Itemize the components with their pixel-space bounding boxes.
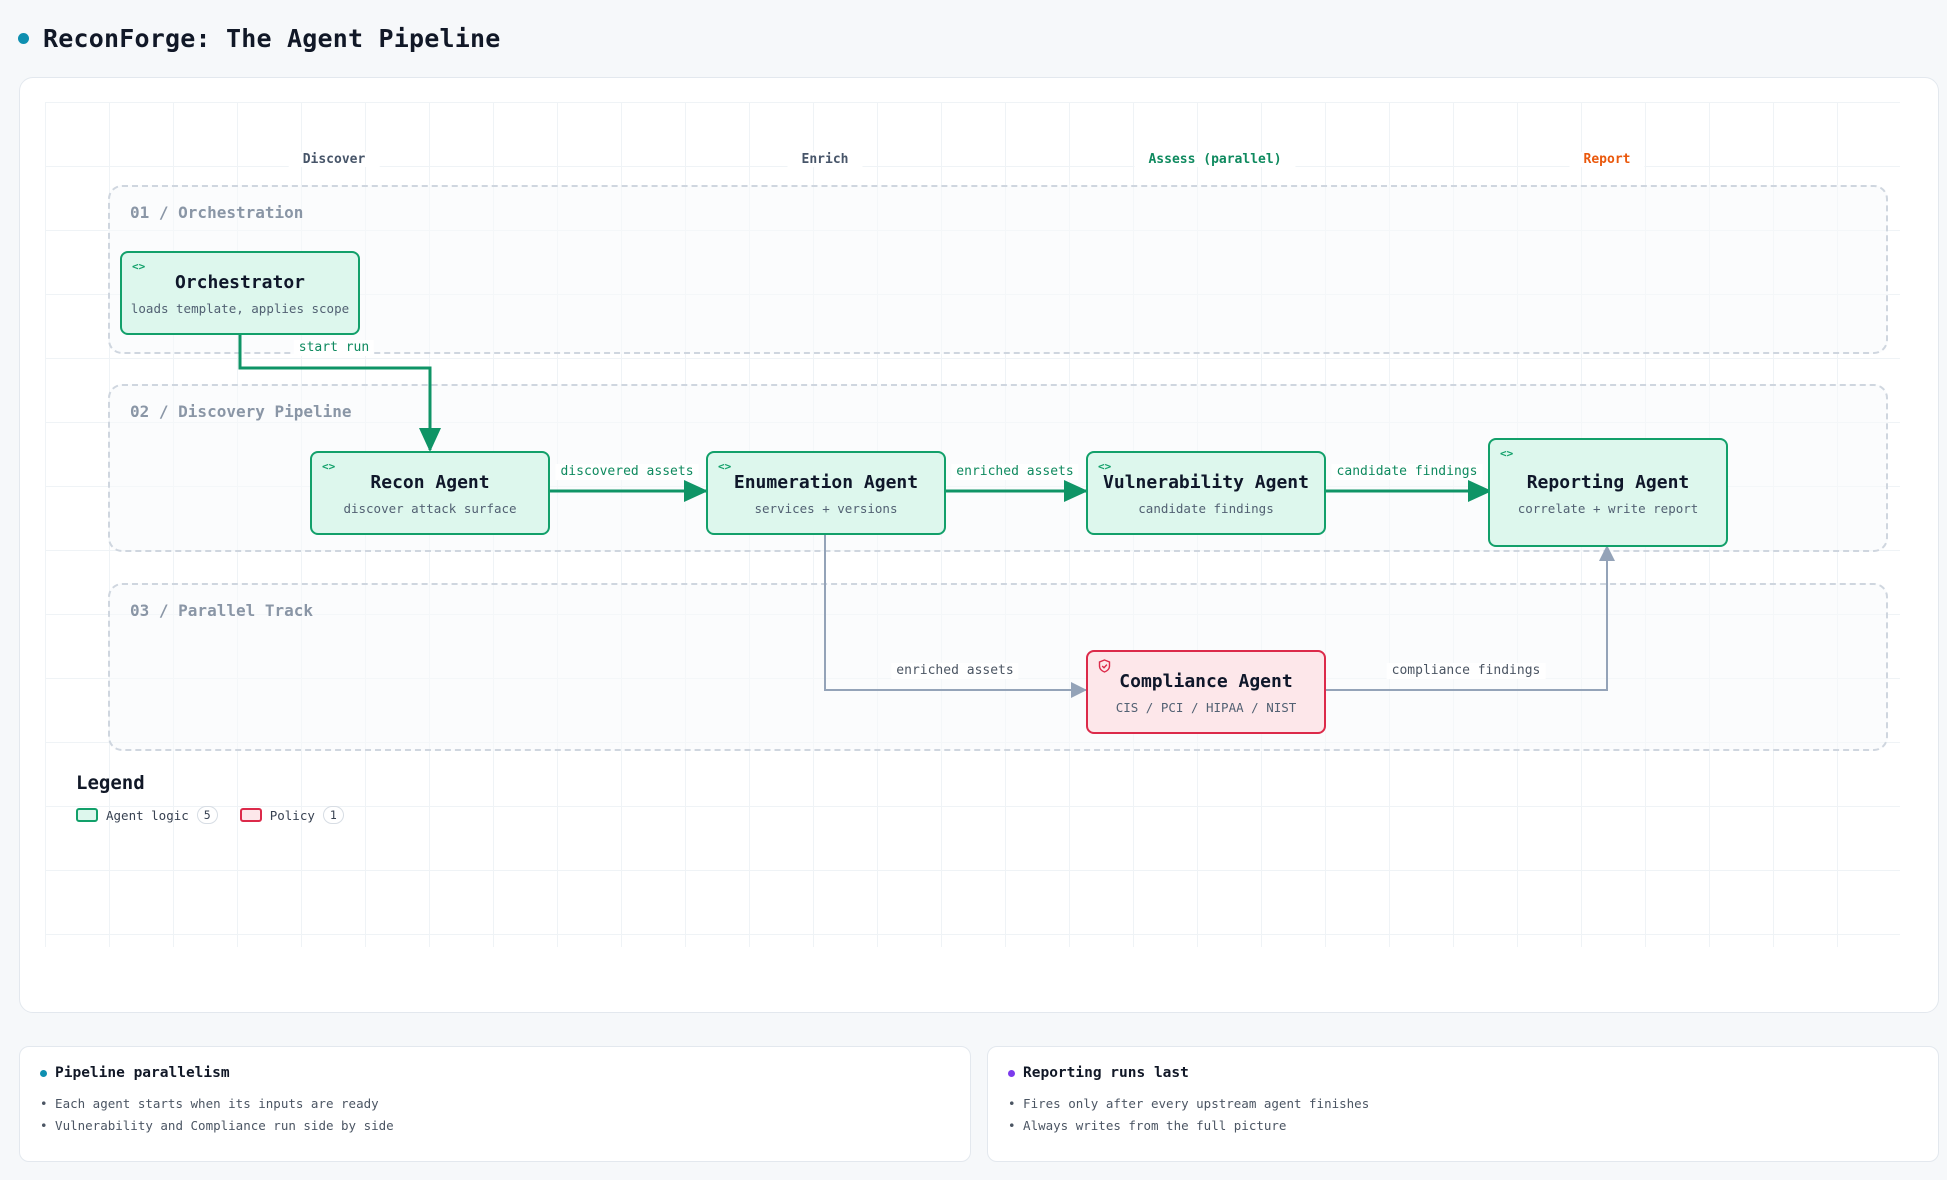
edge-label-candidate-findings: candidate findings	[1331, 464, 1483, 480]
edge-label-compliance-findings: compliance findings	[1386, 663, 1546, 679]
legend-swatch-policy	[239, 808, 262, 822]
note-header: Pipeline parallelism	[40, 1065, 950, 1081]
node-subtitle: CIS / PCI / HIPAA / NIST	[1115, 700, 1297, 715]
node-title: Vulnerability Agent	[1103, 472, 1309, 493]
header-dot-icon	[18, 32, 29, 44]
note-dot-icon	[40, 1069, 47, 1077]
diagram-canvas[interactable]: Discover Enrich Assess (parallel) Report…	[19, 77, 1939, 1013]
note-list-item: • Each agent starts when its inputs are …	[40, 1096, 379, 1111]
note-header: Reporting runs last	[1008, 1065, 1918, 1081]
note-list-item: • Vulnerability and Compliance run side …	[40, 1118, 394, 1133]
note-card-reporting-runs-last: Reporting runs last • Fires only after e…	[987, 1046, 1939, 1162]
note-list-item: • Fires only after every upstream agent …	[1008, 1096, 1370, 1111]
legend-title: Legend	[76, 772, 145, 794]
note-dot-icon	[1008, 1069, 1015, 1077]
edge-label-enriched-assets-parallel: enriched assets	[891, 663, 1019, 679]
node-enumeration-agent[interactable]: <> Enumeration Agent services + versions	[706, 451, 946, 535]
node-compliance-agent[interactable]: Compliance Agent CIS / PCI / HIPAA / NIS…	[1086, 650, 1326, 734]
shield-icon	[1098, 659, 1111, 676]
node-title: Reporting Agent	[1526, 471, 1690, 493]
note-card-pipeline-parallelism: Pipeline parallelism • Each agent starts…	[19, 1046, 971, 1162]
code-icon: <>	[718, 460, 732, 473]
code-icon: <>	[1098, 460, 1112, 473]
code-icon: <>	[132, 260, 146, 273]
node-title: Recon Agent	[370, 472, 490, 493]
note-list: • Each agent starts when its inputs are …	[40, 1093, 950, 1137]
node-title: Compliance Agent	[1119, 671, 1293, 692]
node-subtitle: correlate + write report	[1517, 500, 1699, 516]
legend-item-agent-logic: Agent logic 5	[76, 806, 218, 824]
node-subtitle: discover attack surface	[343, 501, 517, 516]
note-list-item: • Always writes from the full picture	[1008, 1118, 1287, 1133]
legend-swatch-agent	[76, 808, 98, 822]
page-title: ReconForge: The Agent Pipeline	[43, 23, 501, 53]
node-recon-agent[interactable]: <> Recon Agent discover attack surface	[310, 451, 550, 535]
legend-count-badge: 5	[196, 806, 218, 824]
note-list: • Fires only after every upstream agent …	[1008, 1093, 1918, 1137]
legend-row: Agent logic 5 Policy 1	[76, 806, 358, 824]
node-reporting-agent[interactable]: <> Reporting Agent correlate + write rep…	[1488, 438, 1728, 547]
node-subtitle: loads template, applies scope	[130, 301, 350, 316]
page-header: ReconForge: The Agent Pipeline	[18, 20, 501, 56]
note-title: Reporting runs last	[1023, 1065, 1189, 1081]
legend-count-badge: 1	[322, 806, 344, 824]
edge-label-enriched-assets: enriched assets	[951, 464, 1079, 480]
code-icon: <>	[322, 460, 336, 473]
legend-label: Agent logic	[106, 807, 189, 823]
note-title: Pipeline parallelism	[55, 1065, 230, 1081]
node-subtitle: candidate findings	[1138, 501, 1274, 516]
node-vulnerability-agent[interactable]: <> Vulnerability Agent candidate finding…	[1086, 451, 1326, 535]
code-icon: <>	[1500, 447, 1514, 460]
node-title: Orchestrator	[174, 272, 306, 293]
legend: Legend Agent logic 5 Policy 1	[76, 772, 358, 824]
node-orchestrator[interactable]: <> Orchestrator loads template, applies …	[120, 251, 360, 335]
edge-label-start-run: start run	[293, 340, 375, 356]
legend-label: Policy	[269, 807, 315, 823]
node-subtitle: services + versions	[754, 501, 898, 516]
edge-label-discovered-assets: discovered assets	[555, 464, 699, 480]
node-title: Enumeration Agent	[733, 472, 919, 493]
legend-item-policy: Policy 1	[239, 806, 344, 824]
